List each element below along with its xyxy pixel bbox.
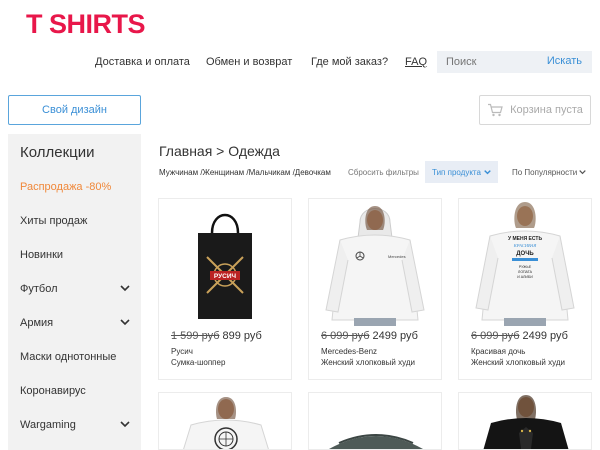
chevron-down-icon[interactable] <box>120 284 130 292</box>
slogan-line: ДОЧЬ <box>516 251 534 257</box>
sidebar-title: Коллекции <box>20 144 95 161</box>
old-price: 6 099 руб <box>471 330 520 342</box>
cart-icon <box>488 103 503 117</box>
product-card[interactable]: РУСИЧ 1 599 руб 899 руб Русич Сумка-шоппе… <box>158 198 292 380</box>
chevron-down-icon[interactable] <box>120 318 130 326</box>
audience-filters[interactable]: Мужчинам /Женщинам /Мальчикам /Девочкам <box>159 168 331 177</box>
product-card[interactable]: Mercedes 6 099 руб 2499 руб Mercedes-Benz… <box>308 198 442 380</box>
product-name[interactable]: Русич <box>171 347 193 356</box>
slogan-line: РУЖЬЕ <box>519 265 532 269</box>
nav-delivery-link[interactable]: Доставка и оплата <box>95 56 190 68</box>
chevron-down-icon <box>484 170 491 175</box>
price: 6 099 руб 2499 руб <box>471 330 568 342</box>
sidebar-item-hits[interactable]: Хиты продаж <box>20 215 130 229</box>
slogan-line: КРАСИВАЯ <box>513 243 538 248</box>
search-bar: Искать <box>437 51 592 73</box>
product-type: Женский хлопковый худи <box>321 358 415 367</box>
own-design-button[interactable]: Свой дизайн <box>8 95 141 125</box>
sidebar-item-coronavirus[interactable]: Коронавирус <box>20 385 130 399</box>
hoodie-image <box>183 397 269 449</box>
sort-label: По Популярности <box>512 168 578 177</box>
product-name[interactable]: Mercedes-Benz <box>321 347 377 356</box>
sidebar-item-football[interactable]: Футбол <box>20 283 130 297</box>
old-price: 1 599 руб <box>171 330 220 342</box>
nav-exchange-link[interactable]: Обмен и возврат <box>206 56 292 68</box>
nav-faq-link[interactable]: FAQ <box>405 56 427 68</box>
current-price: 2499 руб <box>522 330 568 342</box>
logo[interactable]: T SHIRTS <box>26 9 146 40</box>
tote-bag-image: РУСИЧ <box>198 213 252 319</box>
sort-dropdown[interactable]: По Популярности <box>512 168 587 177</box>
chevron-down-icon[interactable] <box>120 420 130 428</box>
hoodie-image: Mercedes <box>325 206 425 326</box>
product-image-tote-bag[interactable]: РУСИЧ <box>159 199 291 327</box>
product-card[interactable] <box>308 392 442 450</box>
sidebar-item-masks[interactable]: Маски однотонные <box>20 351 130 365</box>
price: 1 599 руб 899 руб <box>171 330 262 342</box>
breadcrumb[interactable]: Главная > Одежда <box>159 143 280 159</box>
reset-filters-link[interactable]: Сбросить фильтры <box>348 168 419 177</box>
hoodie-brand-text: Mercedes <box>388 254 406 259</box>
product-card[interactable] <box>458 392 592 450</box>
mask-image <box>329 434 423 449</box>
product-type-label: Тип продукта <box>432 167 481 177</box>
cart-label: Корзина пуста <box>510 104 583 116</box>
sidebar-item-sale[interactable]: Распродажа -80% <box>20 181 130 195</box>
chevron-down-icon <box>579 170 587 175</box>
product-card[interactable]: У МЕНЯ ЕСТЬ КРАСИВАЯ ДОЧЬ РУЖЬЕ ЛОПАТА И… <box>458 198 592 380</box>
current-price: 2499 руб <box>372 330 418 342</box>
old-price: 6 099 руб <box>321 330 370 342</box>
sidebar-item-army[interactable]: Армия <box>20 317 130 331</box>
product-type-dropdown[interactable]: Тип продукта <box>425 161 498 183</box>
bag-print-text: РУСИЧ <box>214 273 237 280</box>
price: 6 099 руб 2499 руб <box>321 330 418 342</box>
cart-button[interactable]: Корзина пуста <box>479 95 591 125</box>
search-button[interactable]: Искать <box>547 55 582 67</box>
product-name[interactable]: Красивая дочь <box>471 347 525 356</box>
product-image-hoodie[interactable]: Mercedes <box>309 199 441 327</box>
collections-sidebar: Коллекции Распродажа -80% Хиты продаж Но… <box>8 134 141 450</box>
product-type: Женский хлопковый худи <box>471 358 565 367</box>
nav-where-link[interactable]: Где мой заказ? <box>311 56 388 68</box>
search-input[interactable] <box>437 51 542 73</box>
product-type: Сумка-шоппер <box>171 358 226 367</box>
hoodie-image: У МЕНЯ ЕСТЬ КРАСИВАЯ ДОЧЬ РУЖЬЕ ЛОПАТА И… <box>475 202 575 326</box>
slogan-line: ЛОПАТА <box>518 270 533 274</box>
product-image-hoodie[interactable]: У МЕНЯ ЕСТЬ КРАСИВАЯ ДОЧЬ РУЖЬЕ ЛОПАТА И… <box>459 199 591 327</box>
sidebar-item-wargaming[interactable]: Wargaming <box>20 419 130 433</box>
current-price: 899 руб <box>222 330 262 342</box>
slogan-line: У МЕНЯ ЕСТЬ <box>508 236 542 242</box>
hoodie-image <box>483 395 569 449</box>
sidebar-item-new[interactable]: Новинки <box>20 249 130 263</box>
product-card[interactable] <box>158 392 292 450</box>
slogan-line: И АЛИБИ <box>517 275 533 279</box>
